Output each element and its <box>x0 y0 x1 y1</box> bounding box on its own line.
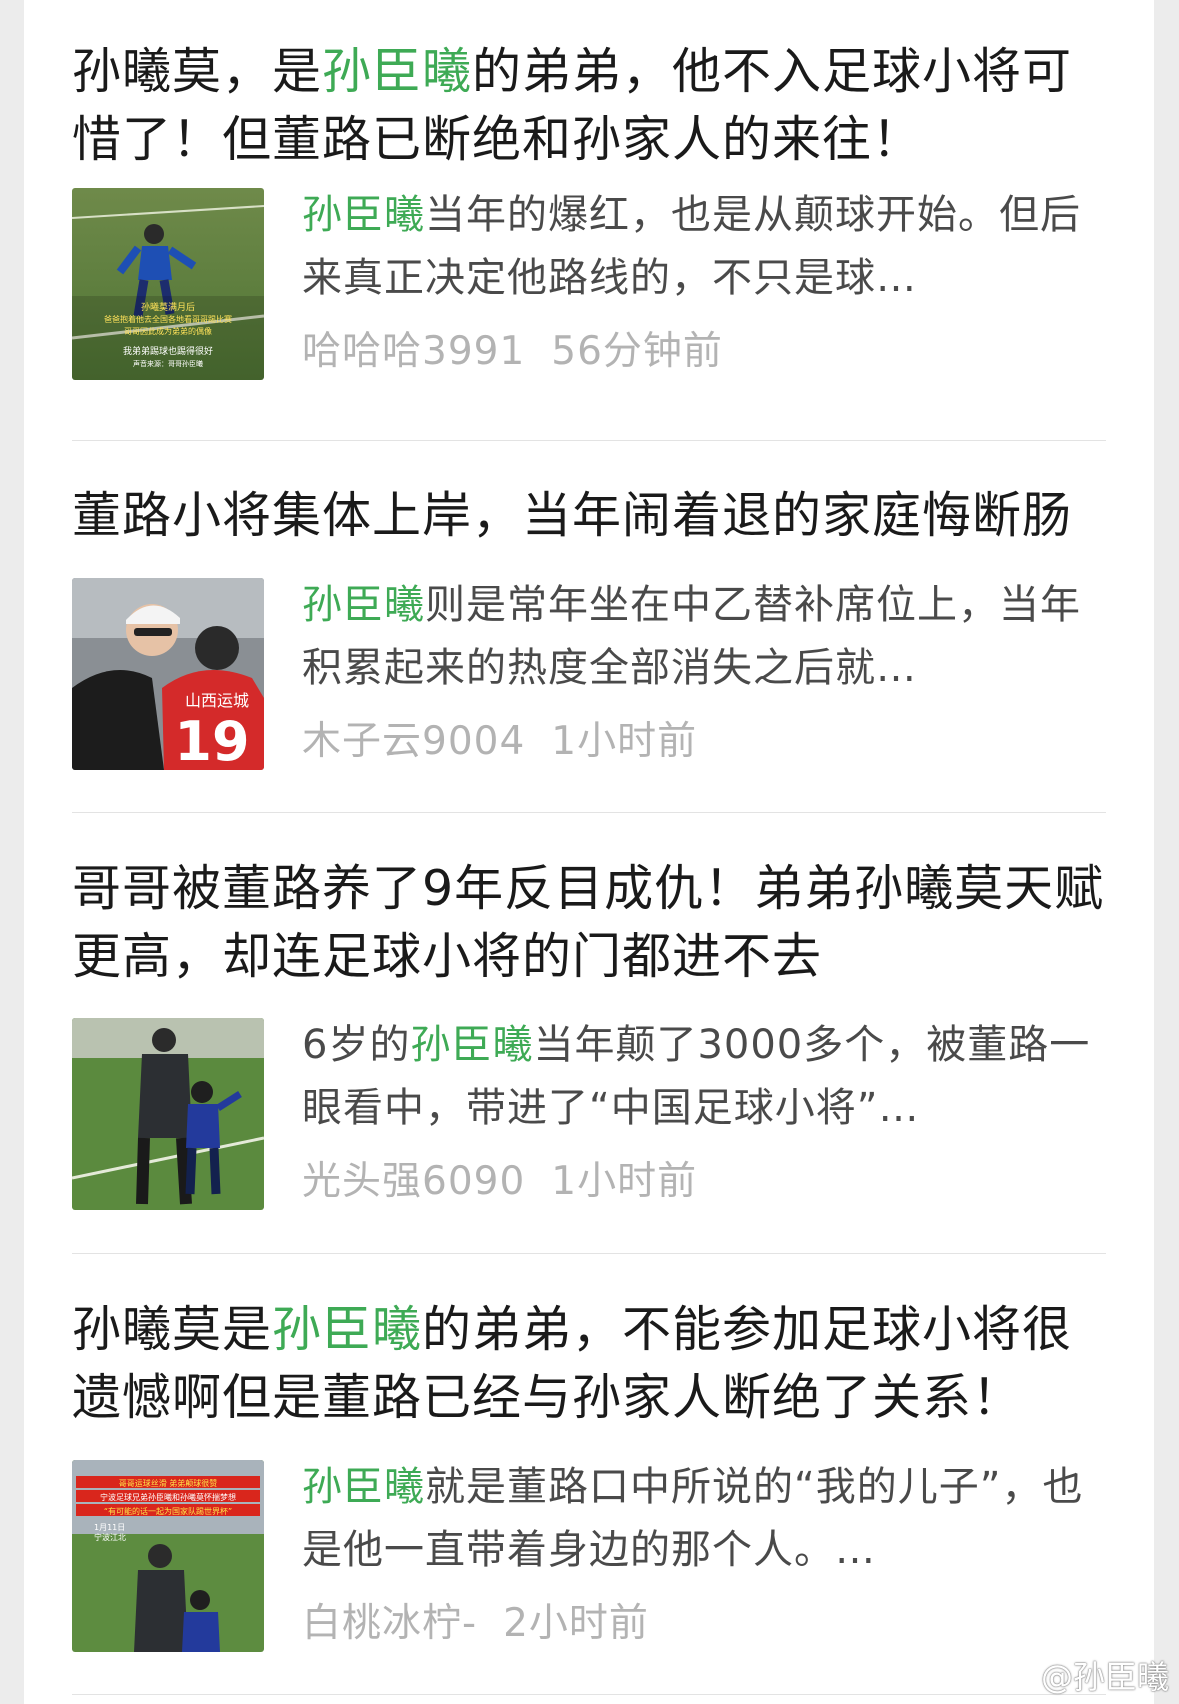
jersey-number: 19 <box>174 710 249 770</box>
divider <box>72 1694 1106 1695</box>
article-source: 木子云9004 <box>302 719 526 764</box>
thumb-caption: 宁波足球兄弟孙臣曦和孙曦莫怀揣梦想 <box>100 1492 236 1502</box>
article-item[interactable]: 孙曦莫，是孙臣曦的弟弟，他不入足球小将可惜了！但董路已断绝和孙家人的来往！ <box>72 38 1106 174</box>
article-title[interactable]: 孙曦莫是孙臣曦的弟弟，不能参加足球小将很遗憾啊但是董路已经与孙家人断绝了关系！ <box>72 1296 1106 1432</box>
article-title[interactable]: 孙曦莫，是孙臣曦的弟弟，他不入足球小将可惜了！但董路已断绝和孙家人的来往！ <box>72 38 1106 174</box>
article-meta: 白桃冰柠- 2小时前 <box>302 1592 649 1648</box>
divider <box>72 812 1106 813</box>
article-time: 1小时前 <box>551 719 698 764</box>
thumb-caption: 哥哥运球丝滑 弟弟颠球很赞 <box>119 1478 218 1488</box>
divider <box>72 1253 1106 1254</box>
article-thumbnail[interactable]: 孙曦莫满月后 爸爸抱着他去全国各地看哥哥踢比赛 哥哥因此成为弟弟的偶像 我弟弟踢… <box>72 188 264 380</box>
article-source: 哈哈哈3991 <box>302 329 526 374</box>
divider <box>72 440 1106 441</box>
article-meta: 木子云9004 1小时前 <box>302 710 697 766</box>
jersey-text: 山西运城 <box>185 691 249 710</box>
thumb-caption: 爸爸抱着他去全国各地看哥哥踢比赛 <box>104 314 232 324</box>
weibo-icon <box>995 1662 1033 1692</box>
article-snippet: 孙臣曦当年的爆红，也是从颠球开始。但后来真正决定他路线的，不只是球… <box>302 192 1081 301</box>
article-title[interactable]: 董路小将集体上岸，当年闹着退的家庭悔断肠 <box>72 482 1106 550</box>
article-snippet: 6岁的孙臣曦当年颠了3000多个，被董路一眼看中，带进了“中国足球小将”… <box>302 1022 1091 1131</box>
article-item[interactable]: 孙曦莫是孙臣曦的弟弟，不能参加足球小将很遗憾啊但是董路已经与孙家人断绝了关系！ <box>72 1296 1106 1432</box>
article-item[interactable]: 哥哥被董路养了9年反目成仇！弟弟孙曦莫天赋更高，却连足球小将的门都进不去 <box>72 855 1106 991</box>
article-source: 白桃冰柠- <box>302 1601 478 1646</box>
article-meta: 光头强6090 1小时前 <box>302 1150 697 1206</box>
article-thumbnail[interactable]: 山西运城 19 <box>72 578 264 770</box>
thumb-caption: 宁波江北 <box>94 1532 126 1542</box>
thumb-caption: 我弟弟踢球也踢得很好 <box>123 345 213 357</box>
article-thumbnail[interactable] <box>72 1018 264 1210</box>
article-source: 光头强6090 <box>302 1159 526 1204</box>
thumb-caption: 声音来源：哥哥孙臣曦 <box>133 359 203 368</box>
watermark-text: @孙臣曦 <box>1040 1658 1169 1696</box>
article-title[interactable]: 哥哥被董路养了9年反目成仇！弟弟孙曦莫天赋更高，却连足球小将的门都进不去 <box>72 855 1106 991</box>
article-time: 56分钟前 <box>551 329 723 374</box>
article-snippet: 孙臣曦则是常年坐在中乙替补席位上，当年积累起来的热度全部消失之后就… <box>302 582 1081 691</box>
article-time: 2小时前 <box>503 1601 649 1646</box>
article-time: 1小时前 <box>551 1159 698 1204</box>
thumb-caption: “有可能的话一起为国家队踢世界杯” <box>104 1506 232 1516</box>
thumb-caption: 哥哥因此成为弟弟的偶像 <box>124 326 212 336</box>
thumb-caption: 孙曦莫满月后 <box>141 301 195 313</box>
article-thumbnail[interactable]: 哥哥运球丝滑 弟弟颠球很赞 宁波足球兄弟孙臣曦和孙曦莫怀揣梦想 “有可能的话一起… <box>72 1460 264 1652</box>
article-item[interactable]: 董路小将集体上岸，当年闹着退的家庭悔断肠 <box>72 482 1106 550</box>
weibo-watermark: @孙臣曦 <box>995 1652 1169 1698</box>
article-meta: 哈哈哈3991 56分钟前 <box>302 320 723 376</box>
thumb-caption: 1月11日 <box>94 1523 125 1532</box>
article-snippet: 孙臣曦就是董路口中所说的“我的儿子”，也是他一直带着身边的那个人。… <box>302 1464 1084 1573</box>
